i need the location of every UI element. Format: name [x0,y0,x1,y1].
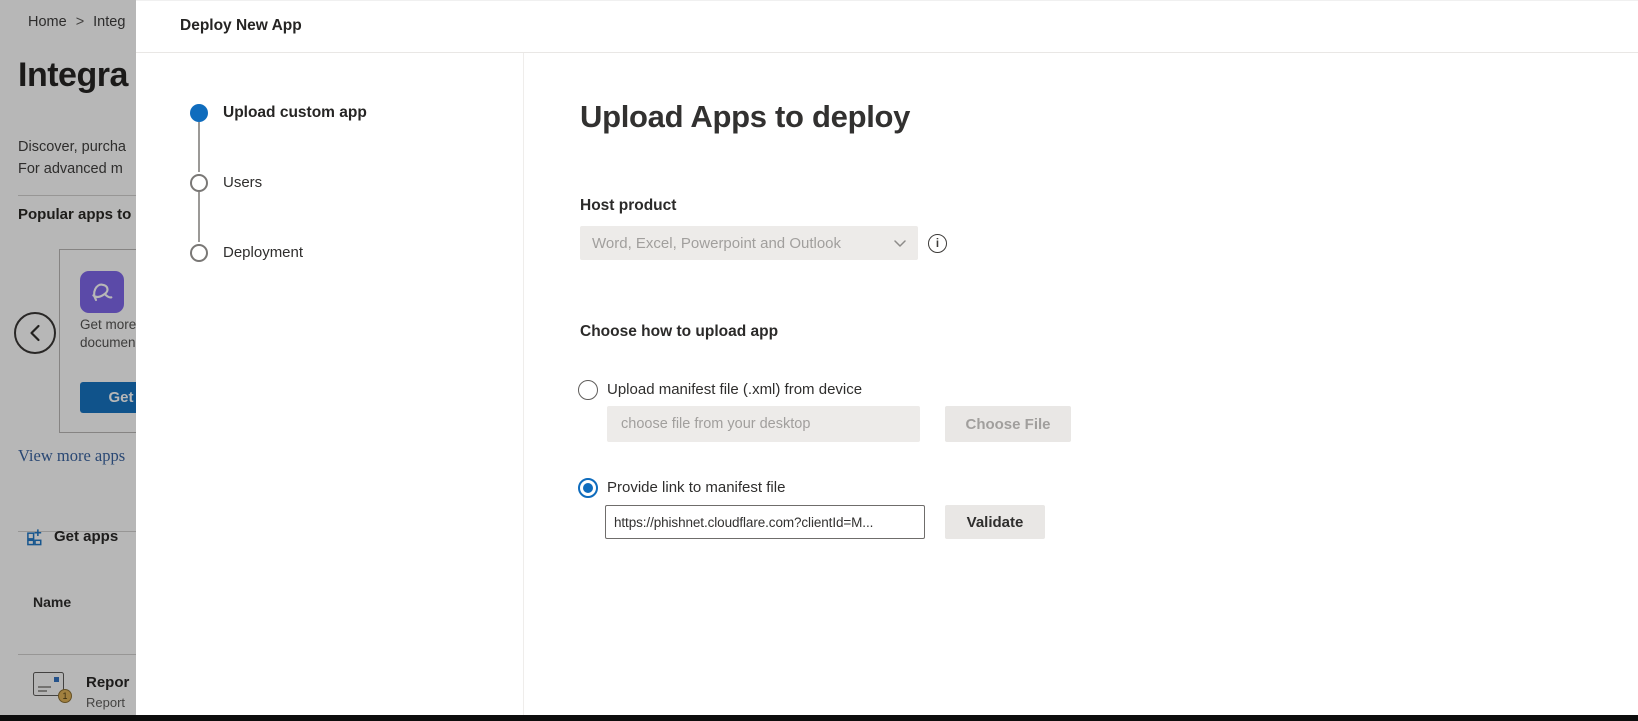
bottom-edge-bar [0,715,1638,721]
manifest-file-input[interactable] [607,406,920,442]
chevron-down-icon [894,240,906,247]
stepper-connector [198,122,200,172]
provide-link-label: Provide link to manifest file [607,478,785,498]
content-heading: Upload Apps to deploy [580,99,910,135]
step-dot-active-icon [190,104,208,122]
stepper-step-deployment[interactable]: Deployment [223,243,303,263]
stepper-step-users[interactable]: Users [223,173,262,193]
validate-button[interactable]: Validate [945,505,1045,539]
upload-from-device-label: Upload manifest file (.xml) from device [607,380,862,400]
manifest-link-input[interactable] [605,505,925,539]
step-dot-open-icon [190,244,208,262]
step-dot-open-icon [190,174,208,192]
panel-title: Deploy New App [180,17,302,35]
info-icon[interactable]: i [928,234,947,253]
stepper-connector [198,192,200,242]
choose-upload-label: Choose how to upload app [580,323,778,341]
radio-upload-from-device[interactable] [578,380,598,400]
stepper-content-divider [523,53,524,721]
deploy-new-app-panel: Deploy New App Upload custom app Users D… [136,0,1638,721]
radio-provide-link[interactable] [578,478,598,498]
choose-file-button[interactable]: Choose File [945,406,1071,442]
host-product-label: Host product [580,197,676,215]
screen: Home > Integ Integra Discover, purcha Fo… [0,0,1638,721]
host-product-selected-value: Word, Excel, Powerpoint and Outlook [592,235,894,252]
host-product-dropdown[interactable]: Word, Excel, Powerpoint and Outlook [580,226,918,260]
panel-header-divider [136,52,1638,53]
stepper-step-upload-custom-app[interactable]: Upload custom app [223,103,367,123]
